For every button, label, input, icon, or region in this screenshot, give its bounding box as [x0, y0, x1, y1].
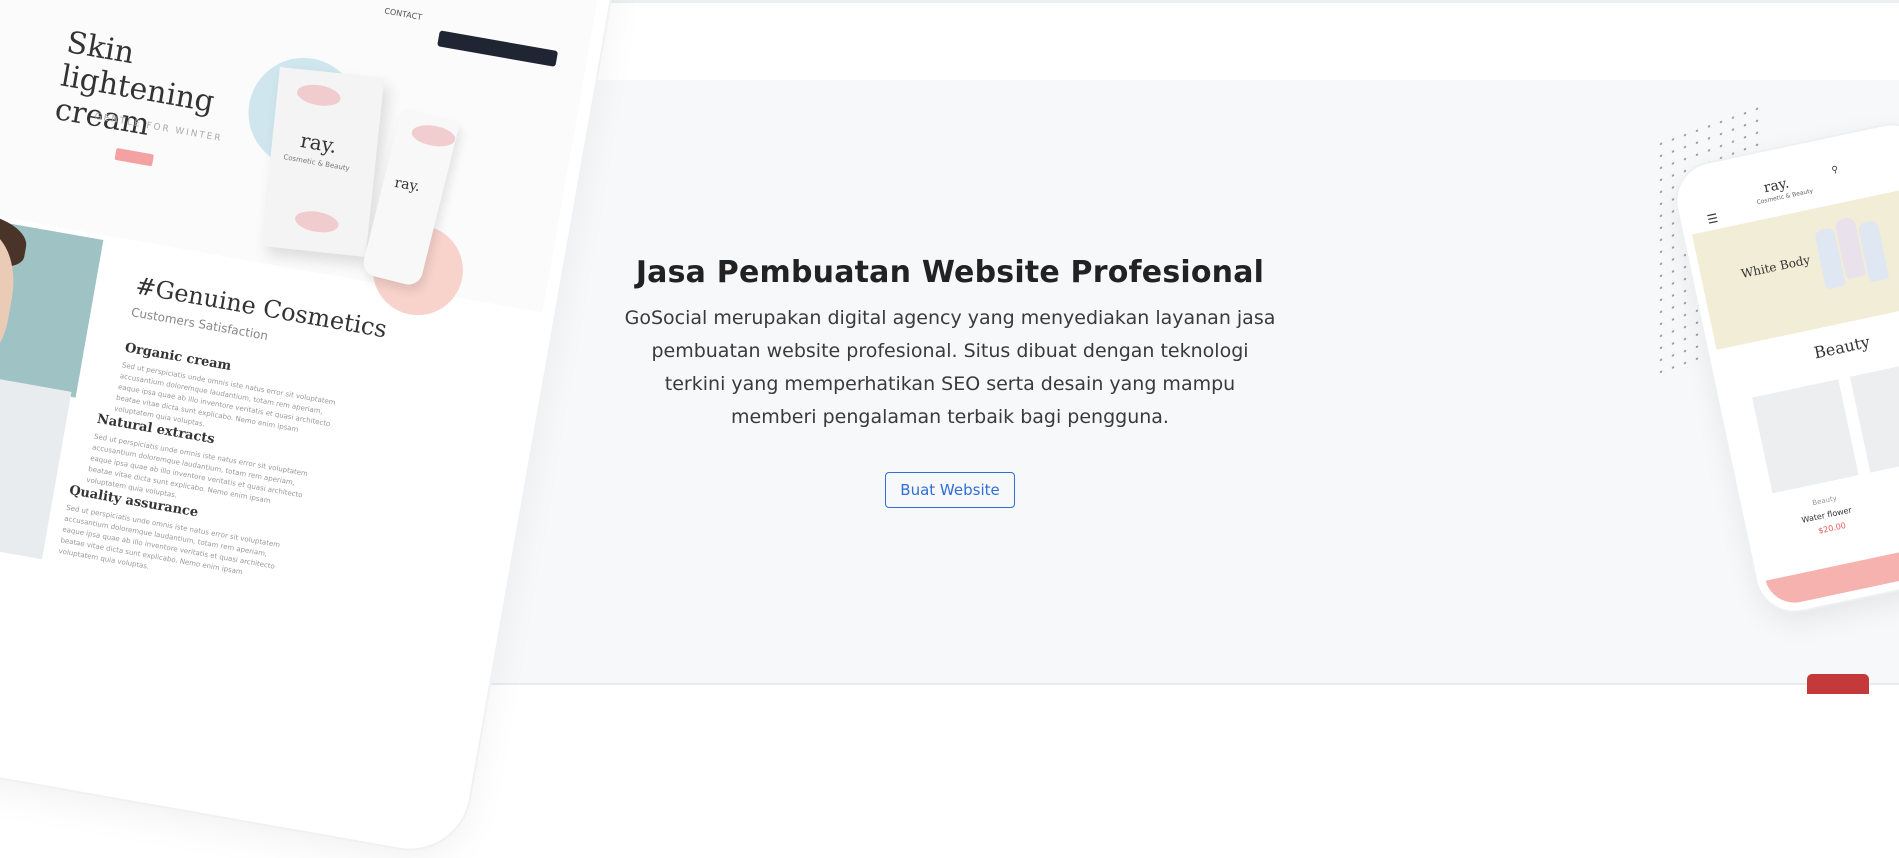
- phone-product-price: $20.00: [1817, 520, 1847, 536]
- phone-product-category: Beauty: [1811, 494, 1838, 508]
- tablet-mockup-image: CONTACT Skin lightening cream GENTLE FOR…: [0, 0, 619, 858]
- hero-description: GoSocial merupakan digital agency yang m…: [624, 307, 1276, 428]
- phone-product-card: [1752, 379, 1859, 494]
- tablet-screen: CONTACT Skin lightening cream GENTLE FOR…: [0, 0, 605, 845]
- phone-section-title: Beauty: [1812, 332, 1872, 363]
- hero-content: Jasa Pembuatan Website Profesional GoSoc…: [620, 255, 1280, 508]
- floating-button[interactable]: [1807, 674, 1869, 694]
- buat-website-button[interactable]: Buat Website: [885, 472, 1015, 508]
- menu-icon: ☰: [1705, 210, 1720, 227]
- search-icon: ⚲: [1830, 164, 1840, 176]
- phone-product-card: [1849, 364, 1899, 473]
- hero-title: Jasa Pembuatan Website Profesional: [635, 255, 1265, 290]
